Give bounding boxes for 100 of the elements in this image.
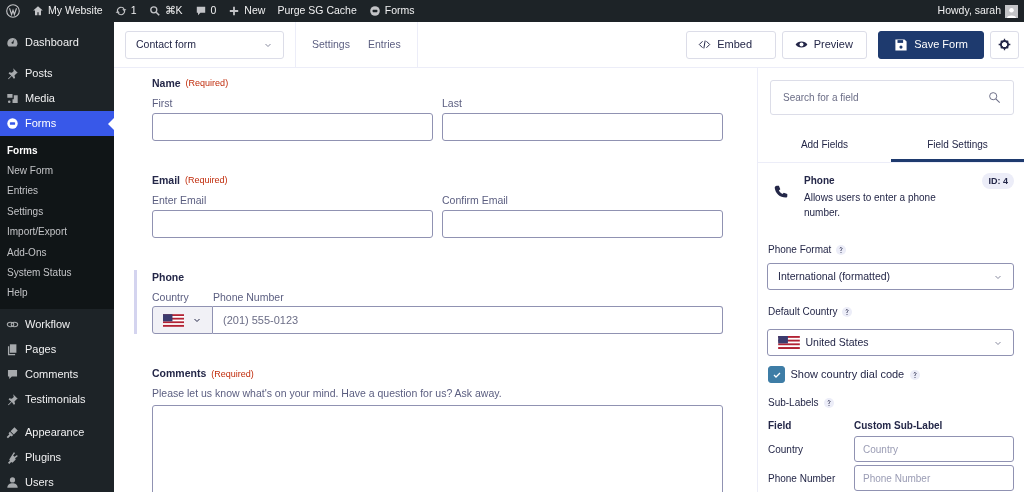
sub-label: Enter Email xyxy=(152,192,208,207)
settings-icon xyxy=(997,38,1011,51)
toolbar-link[interactable]: Settings xyxy=(312,36,350,53)
sidebar-item[interactable]: Dashboard xyxy=(0,30,114,55)
avatar-icon xyxy=(1005,4,1018,18)
code-icon xyxy=(698,38,712,51)
input-field[interactable] xyxy=(442,112,723,141)
input-field[interactable] xyxy=(152,209,433,238)
admin-bar-link[interactable]: 0 xyxy=(210,3,217,19)
submenu-item[interactable]: Settings xyxy=(0,201,114,222)
sub-label: Phone Number xyxy=(213,289,284,304)
field-description: Please let us know what's on your mind. Have a question for us? Ask away. xyxy=(152,386,503,401)
sidebar-item[interactable]: Testimonials xyxy=(0,387,114,413)
field-label: Name xyxy=(152,76,181,92)
sidebar-item[interactable]: Posts xyxy=(0,61,114,86)
search-icon xyxy=(988,91,1001,104)
checkbox[interactable] xyxy=(768,366,785,383)
required-label: (Required) xyxy=(185,174,228,187)
field-label: Comments xyxy=(152,366,207,382)
required-label: (Required) xyxy=(185,77,229,91)
form-select[interactable]: Contact form xyxy=(125,30,284,59)
sub-label: First xyxy=(152,96,174,110)
sidebar-item[interactable]: Workflow xyxy=(0,312,114,338)
column-header: Field xyxy=(768,419,793,433)
table-cell-text: Phone Number xyxy=(768,471,837,486)
pin-icon xyxy=(6,393,19,407)
toolbar-link[interactable]: Entries xyxy=(367,36,401,53)
home-icon xyxy=(32,5,44,17)
plug-icon xyxy=(6,451,19,465)
comment-icon xyxy=(6,368,19,382)
media-icon xyxy=(6,92,19,105)
forms-logo-icon xyxy=(368,5,381,17)
phone-format-select[interactable]: International (formatted) xyxy=(767,263,1014,290)
sidebar-item[interactable]: Plugins xyxy=(0,445,114,471)
embed-button[interactable]: Embed xyxy=(686,30,777,59)
submenu-item[interactable]: Import/Export xyxy=(0,221,114,242)
admin-bar-link[interactable]: My Website xyxy=(48,3,103,19)
setting-label: Phone Format xyxy=(768,243,832,257)
country-select[interactable] xyxy=(152,306,213,335)
setting-label: Sub-Labels xyxy=(768,396,819,410)
pin-icon xyxy=(6,67,19,80)
checkbox-label: Show country dial code xyxy=(790,367,905,383)
plus-icon xyxy=(228,5,241,17)
refresh-icon xyxy=(114,5,127,17)
field-title: Phone xyxy=(804,174,836,188)
flag-icon xyxy=(163,313,184,327)
field-label: Email xyxy=(152,172,180,188)
admin-bar-link[interactable]: 1 xyxy=(130,3,137,19)
search-icon xyxy=(148,5,161,17)
pages-icon xyxy=(6,343,19,357)
submenu-item[interactable]: System Status xyxy=(0,262,114,283)
column-header: Custom Sub-Label xyxy=(854,419,944,433)
help-icon xyxy=(842,306,853,317)
sub-label: Confirm Email xyxy=(442,192,509,207)
help-icon xyxy=(836,244,847,255)
submenu-item[interactable]: New Form xyxy=(0,160,114,181)
input-field[interactable] xyxy=(152,112,433,141)
sidebar-item[interactable]: Users xyxy=(0,470,114,492)
setting-label: Default Country xyxy=(768,305,838,319)
admin-bar-link[interactable]: Forms xyxy=(384,3,415,19)
sub-label-field[interactable]: Country xyxy=(854,436,1014,462)
sidebar-item[interactable]: Media xyxy=(0,86,114,111)
dashboard-icon xyxy=(6,36,19,49)
sub-label-field[interactable]: Phone Number xyxy=(854,465,1014,491)
submenu-item[interactable]: Help xyxy=(0,282,114,304)
user-icon xyxy=(6,476,19,490)
sub-label: Country xyxy=(152,289,190,304)
sidebar-item[interactable]: Forms xyxy=(0,111,114,136)
sidebar-item[interactable]: Comments xyxy=(0,362,114,388)
panel-tab[interactable]: Field Settings xyxy=(891,129,1024,162)
table-cell-text: Country xyxy=(768,442,804,457)
help-icon xyxy=(909,369,920,380)
submenu-item[interactable]: Add-Ons xyxy=(0,241,114,263)
sidebar-item[interactable]: Pages xyxy=(0,337,114,363)
phone-number-input[interactable]: (201) 555-0123 xyxy=(213,306,723,335)
id-badge: ID: 4 xyxy=(982,173,1014,189)
textarea-field[interactable] xyxy=(152,405,723,492)
forms-logo-icon xyxy=(6,117,19,130)
submenu-item[interactable]: Forms xyxy=(0,140,114,161)
save-form-button[interactable]: Save Form xyxy=(878,30,984,59)
wordpress-logo-icon xyxy=(6,4,20,18)
required-label: (Required) xyxy=(211,367,254,381)
preview-button[interactable]: Preview xyxy=(781,30,867,59)
country-select[interactable]: United States xyxy=(767,329,1014,356)
input-field[interactable] xyxy=(442,209,723,238)
panel-tab[interactable]: Add Fields xyxy=(758,129,891,162)
greeting-link[interactable]: Howdy, sarah xyxy=(937,3,1001,19)
field-description: Allows users to enter a phone number. xyxy=(804,191,937,220)
settings-button[interactable] xyxy=(989,30,1019,59)
help-icon xyxy=(823,397,834,408)
admin-bar-link[interactable]: New xyxy=(244,3,266,19)
admin-bar-link[interactable]: ⌘K xyxy=(164,3,183,19)
sidebar-item[interactable]: Appearance xyxy=(0,420,114,446)
submenu-item[interactable]: Entries xyxy=(0,180,114,202)
comment-icon xyxy=(194,5,207,17)
phone-icon xyxy=(774,185,788,199)
sub-label: Last xyxy=(442,96,463,110)
admin-bar-link[interactable]: Purge SG Cache xyxy=(277,3,357,19)
search-field[interactable]: Search for a field xyxy=(770,80,1014,115)
field-label: Phone xyxy=(152,269,185,285)
